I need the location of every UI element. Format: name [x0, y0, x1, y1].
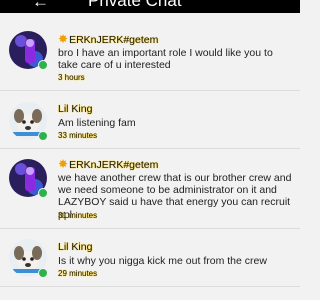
timestamp: 3 hours	[58, 73, 85, 82]
divider	[0, 286, 300, 287]
top-bar: ← Private Chat	[0, 0, 300, 13]
online-indicator	[38, 188, 48, 198]
star-icon: ✸	[58, 32, 69, 46]
divider	[0, 90, 300, 91]
sender-name[interactable]: ✸ERKnJERK#getem	[58, 33, 158, 46]
sender-name[interactable]: ✸ERKnJERK#getem	[58, 158, 158, 171]
timestamp: 31 minutes	[58, 211, 98, 220]
sender-name[interactable]: Lil King	[58, 103, 92, 115]
divider	[0, 148, 300, 149]
message-text: Am listening fam	[58, 117, 136, 129]
online-indicator	[38, 268, 48, 278]
page-title: Private Chat	[88, 0, 182, 10]
sender-name[interactable]: Lil King	[58, 241, 92, 253]
timestamp: 29 minutes	[58, 269, 98, 278]
online-indicator	[38, 131, 48, 141]
back-arrow-icon[interactable]: ←	[32, 0, 49, 10]
message-list[interactable]: ✸ERKnJERK#getem bro I have an important …	[0, 13, 300, 300]
message-text: Is it why you nigga kick me out from the…	[58, 255, 267, 267]
online-indicator	[38, 60, 48, 70]
timestamp: 33 minutes	[58, 131, 98, 140]
divider	[0, 228, 300, 229]
star-icon: ✸	[58, 157, 69, 171]
message-text: bro I have an important role I would lik…	[58, 47, 273, 72]
